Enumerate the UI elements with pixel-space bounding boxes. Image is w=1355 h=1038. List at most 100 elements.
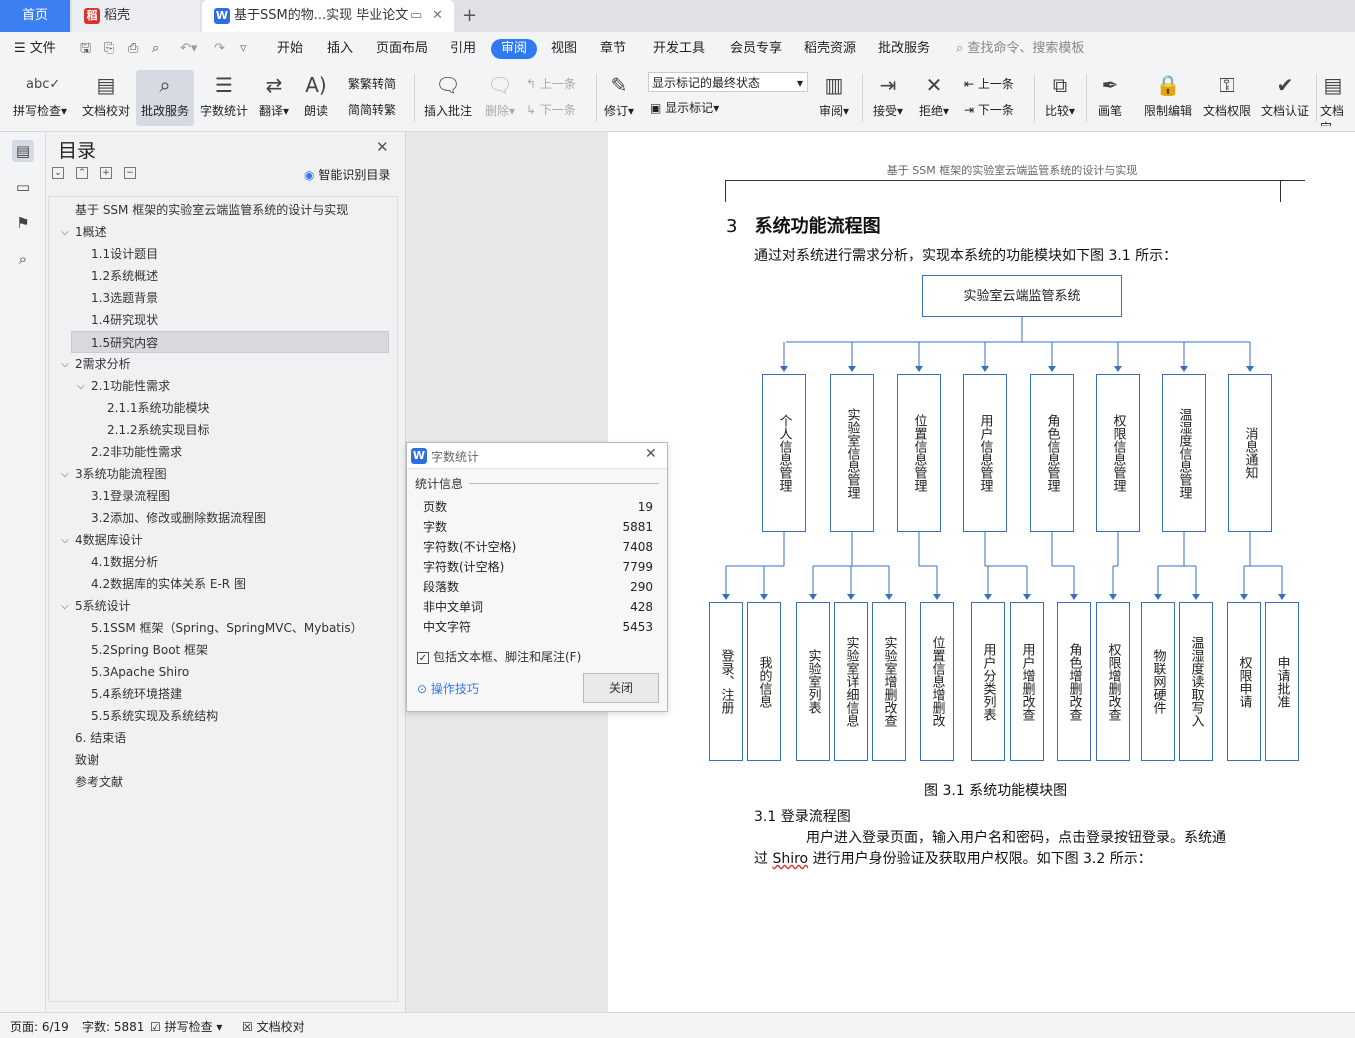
document-rights-button[interactable]: ⚿ 文档权限 <box>1200 70 1254 126</box>
pen-button[interactable]: ✒ 画笔 <box>1092 70 1128 126</box>
document-cert-button[interactable]: ✔ 文档认证 <box>1258 70 1312 126</box>
menu-insert[interactable]: 插入 <box>327 39 353 59</box>
toc-item[interactable]: 参考文献 <box>75 771 123 793</box>
toc-panel-icon[interactable]: ▤ <box>12 140 34 162</box>
menu-member[interactable]: 会员专享 <box>730 39 782 59</box>
spell-check-button[interactable]: abc✓ 拼写检查▾ <box>8 70 72 126</box>
delete-comment-button[interactable]: 🗨 删除▾ <box>480 70 520 126</box>
close-button[interactable]: 关闭 <box>583 673 659 703</box>
file-menu[interactable]: ☰ 文件 <box>14 39 56 59</box>
chevron-down-icon[interactable]: ⌵ <box>61 601 69 612</box>
review-pane-button[interactable]: ▥ 审阅▾ <box>814 70 854 126</box>
reject-button[interactable]: ✕ 拒绝▾ <box>914 70 954 126</box>
bookmark-icon[interactable]: ⚑ <box>12 212 34 234</box>
expand-all-icon[interactable]: ⌄ <box>52 167 64 179</box>
remove-heading-icon[interactable]: − <box>124 167 136 179</box>
track-changes-button[interactable]: ✎ 修订▾ <box>600 70 638 126</box>
find-icon[interactable]: ⌕ <box>12 248 34 270</box>
spellcheck-word[interactable]: Shiro <box>772 851 808 867</box>
simp-to-trad-button[interactable]: 简简转繁 <box>348 100 396 120</box>
menu-review[interactable]: 审阅 <box>491 39 538 59</box>
menu-daoke-resources[interactable]: 稻壳资源 <box>804 39 856 59</box>
dialog-titlebar[interactable]: W 字数统计 ✕ <box>407 443 667 469</box>
toc-item[interactable]: 3.1登录流程图 <box>91 485 170 507</box>
close-icon[interactable]: ✕ <box>645 446 657 462</box>
redo-icon[interactable]: ↷ <box>214 39 225 59</box>
show-markup-button[interactable]: ▣ 显示标记▾ <box>650 98 719 118</box>
print-preview-icon[interactable]: ⌕ <box>152 39 159 59</box>
toc-item[interactable]: 致谢 <box>75 749 99 771</box>
next-change-button[interactable]: ⇥ 下一条 <box>964 100 1014 120</box>
prev-change-button[interactable]: ⇤ 上一条 <box>964 74 1014 94</box>
insert-comment-button[interactable]: 🗨 插入批注 <box>420 70 476 126</box>
toc-item[interactable]: 4.1数据分析 <box>91 551 158 573</box>
chevron-down-icon[interactable]: ⌵ <box>61 227 69 238</box>
toc-item[interactable]: 2.1功能性需求 <box>91 375 170 397</box>
toc-item[interactable]: 1概述 <box>75 221 107 243</box>
toc-item[interactable]: 5系统设计 <box>75 595 131 617</box>
next-comment-button[interactable]: ↳ 下一条 <box>526 100 576 120</box>
correction-service-button[interactable]: ⌕ 批改服务 <box>136 70 194 126</box>
word-count-button[interactable]: ☰ 字数统计 <box>198 70 250 126</box>
restrict-editing-button[interactable]: 🔒 限制编辑 <box>1140 70 1196 126</box>
accept-button[interactable]: ⇥ 接受▾ <box>868 70 908 126</box>
collapse-all-icon[interactable]: ⌃ <box>76 167 88 179</box>
menu-layout[interactable]: 页面布局 <box>376 39 428 59</box>
status-spell-check[interactable]: ☑ 拼写检查 ▾ <box>150 1018 222 1035</box>
tab-pin-icon[interactable]: ▭ <box>410 0 422 32</box>
toc-item[interactable]: 2需求分析 <box>75 353 131 375</box>
chapter-nav-icon[interactable]: ▭ <box>12 176 34 198</box>
toc-item[interactable]: 2.1.2系统实现目标 <box>107 419 210 441</box>
toc-item[interactable]: 6. 结束语 <box>75 727 126 749</box>
toc-item[interactable]: 3系统功能流程图 <box>75 463 167 485</box>
document-page[interactable]: 基于 SSM 框架的实验室云端监管系统的设计与实现 3 系统功能流程图 通过对系… <box>608 132 1355 1012</box>
toc-item[interactable]: 1.2系统概述 <box>91 265 158 287</box>
toc-item[interactable]: 3.2添加、修改或删除数据流程图 <box>91 507 266 529</box>
tab-close-icon[interactable]: ✕ <box>432 0 443 32</box>
include-textbox-checkbox[interactable]: ✓ 包括文本框、脚注和尾注(F) <box>417 648 581 665</box>
smart-toc-button[interactable]: ◉ 智能识别目录 <box>304 166 390 183</box>
word-count-indicator[interactable]: 字数: 5881 <box>82 1018 144 1035</box>
menu-view[interactable]: 视图 <box>551 39 577 59</box>
toc-item[interactable]: 基于 SSM 框架的实验室云端监管系统的设计与实现 <box>75 199 348 221</box>
translate-button[interactable]: ⇄ 翻译▾ <box>254 70 294 126</box>
command-search[interactable]: ⌕ 查找命令、搜索模板 <box>956 39 1084 59</box>
markup-state-select[interactable]: 显示标记的最终状态 ▾ <box>648 72 808 92</box>
chevron-down-icon[interactable]: ⌵ <box>61 359 69 370</box>
toc-item[interactable]: 5.1SSM 框架（Spring、SpringMVC、Mybatis） <box>91 617 363 639</box>
chevron-down-icon[interactable]: ⌵ <box>61 535 69 546</box>
toc-item[interactable]: 5.3Apache Shiro <box>91 661 189 683</box>
toc-item[interactable]: 1.1设计题目 <box>91 243 158 265</box>
menu-start[interactable]: 开始 <box>277 39 303 59</box>
toc-item[interactable]: 5.5系统实现及系统结构 <box>91 705 218 727</box>
toc-item[interactable]: 4.2数据库的实体关系 E-R 图 <box>91 573 246 595</box>
undo-icon[interactable]: ↶▾ <box>180 39 197 59</box>
tab-daoke[interactable]: 稻稻壳 <box>72 0 200 32</box>
menu-chapter[interactable]: 章节 <box>600 39 626 59</box>
chevron-down-icon[interactable]: ⌵ <box>61 469 69 480</box>
toc-item[interactable]: 1.3选题背景 <box>91 287 158 309</box>
customize-icon[interactable]: ▿ <box>240 39 247 59</box>
menu-developer[interactable]: 开发工具 <box>653 39 705 59</box>
export-pdf-icon[interactable]: ⎘ <box>104 39 114 59</box>
tab-document[interactable]: W 基于SSM的物...实现 毕业论文 ▭ ✕ <box>202 0 454 32</box>
document-fixed-button[interactable]: ▤ 文档定 <box>1320 70 1355 126</box>
trad-to-simp-button[interactable]: 繁繁转简 <box>348 74 396 94</box>
compare-button[interactable]: ⧉ 比较▾ <box>1040 70 1080 126</box>
prev-comment-button[interactable]: ↰ 上一条 <box>526 74 576 94</box>
close-icon[interactable]: ✕ <box>376 138 389 156</box>
tips-link[interactable]: ⊙ 操作技巧 <box>417 680 479 697</box>
toc-item[interactable]: 2.1.1系统功能模块 <box>107 397 210 419</box>
print-icon[interactable]: ⎙ <box>128 39 138 59</box>
toc-item[interactable]: 1.4研究现状 <box>91 309 158 331</box>
toc-item[interactable]: 2.2非功能性需求 <box>91 441 182 463</box>
chevron-down-icon[interactable]: ⌵ <box>77 381 85 392</box>
new-tab-icon[interactable]: + <box>462 0 477 32</box>
toc-item-selected[interactable]: 1.5研究内容 <box>71 331 389 353</box>
read-aloud-button[interactable]: A) 朗读 <box>298 70 334 126</box>
add-heading-icon[interactable]: + <box>100 167 112 179</box>
document-proof-button[interactable]: ▤ 文档校对 <box>78 70 134 126</box>
toc-item[interactable]: 5.2Spring Boot 框架 <box>91 639 208 661</box>
save-icon[interactable]: 🖫 <box>80 39 91 59</box>
menu-references[interactable]: 引用 <box>450 39 476 59</box>
